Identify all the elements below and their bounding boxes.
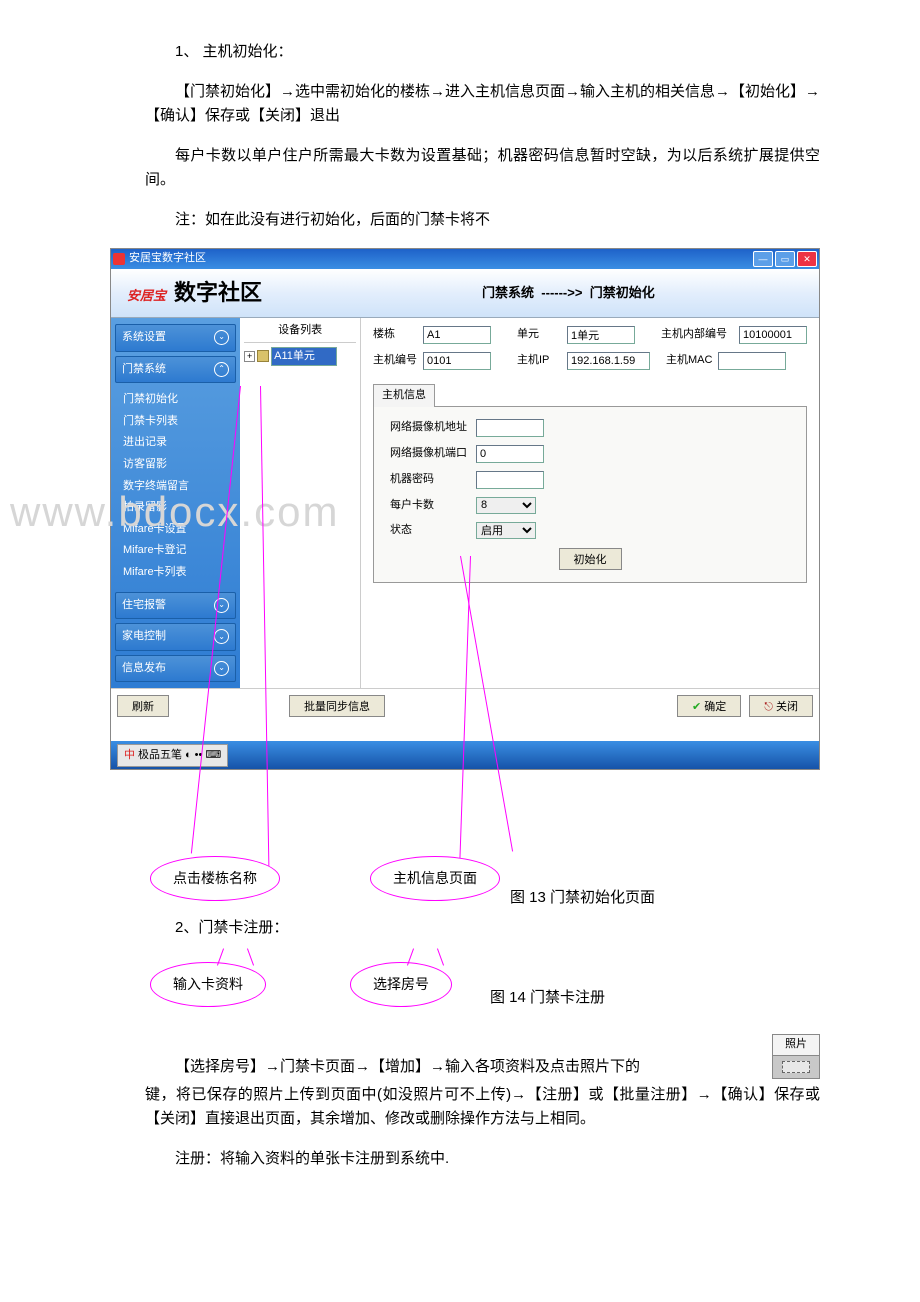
- input-unit[interactable]: [567, 326, 635, 344]
- input-internal[interactable]: [739, 326, 807, 344]
- chevron-down-icon: ⌄: [214, 661, 229, 676]
- callouts-fig14: 输入卡资料 选择房号 图 14 门禁卡注册: [110, 956, 820, 1026]
- close-button[interactable]: ✕: [797, 251, 817, 267]
- logo-text: 数字社区: [174, 280, 262, 305]
- nav-item-inout[interactable]: 进出记录: [123, 432, 236, 454]
- refresh-button[interactable]: 刷新: [117, 695, 169, 717]
- window-title: 安居宝数字社区: [129, 250, 206, 268]
- nav-section-system[interactable]: 系统设置⌄: [115, 324, 236, 352]
- paragraph-6b: 键，将已保存的照片上传到页面中(如没照片可不上传)→【注册】或【批量注册】→【确…: [0, 1083, 920, 1131]
- logo-brand: 安居宝: [127, 288, 166, 303]
- banner: 安居宝数字社区 门禁系统 ------>> 门禁初始化: [111, 269, 819, 318]
- nav-item-terminal[interactable]: 数字终端留言: [123, 476, 236, 498]
- input-building[interactable]: [423, 326, 491, 344]
- callout-building: 点击楼栋名称: [150, 856, 280, 900]
- expand-icon[interactable]: +: [244, 351, 255, 362]
- nav-item-init[interactable]: 门禁初始化: [123, 389, 236, 411]
- taskbar: 中极品五笔◐••⌨: [111, 741, 819, 769]
- select-status[interactable]: 启用: [476, 522, 536, 539]
- nav-item-visitor[interactable]: 访客留影: [123, 454, 236, 476]
- section-1-title: 1、 主机初始化：: [0, 40, 920, 64]
- ok-button[interactable]: ✔ 确定: [677, 695, 741, 717]
- input-ip[interactable]: [567, 352, 650, 370]
- section-2-title: 2、门禁卡注册：: [0, 916, 920, 940]
- label-pwd: 机器密码: [390, 471, 470, 489]
- callout-input-card: 输入卡资料: [150, 962, 266, 1006]
- tree-node-building[interactable]: + A11单元: [244, 347, 356, 366]
- fig13-caption: 图 13 门禁初始化页面: [510, 886, 655, 910]
- tree-panel: 设备列表 + A11单元: [240, 318, 361, 688]
- init-button[interactable]: 初始化: [559, 548, 622, 570]
- input-cam-port[interactable]: [476, 445, 544, 463]
- breadcrumb: 门禁系统 ------>> 门禁初始化: [482, 283, 655, 304]
- chevron-down-icon: ⌄: [214, 330, 229, 345]
- paragraph-2: 【门禁初始化】→选中需初始化的楼栋→进入主机信息页面→输入主机的相关信息→【初始…: [0, 80, 920, 128]
- batch-sync-button[interactable]: 批量同步信息: [289, 695, 385, 717]
- callouts-fig13: 点击楼栋名称 主机信息页面 图 13 门禁初始化页面: [110, 776, 820, 916]
- input-hostno[interactable]: [423, 352, 491, 370]
- label-internal: 主机内部编号: [661, 326, 733, 344]
- nav-item-mifare-reg[interactable]: Mifare卡登记: [123, 540, 236, 562]
- minimize-button[interactable]: —: [753, 251, 773, 267]
- tab-host-info[interactable]: 主机信息: [373, 384, 435, 407]
- input-mac[interactable]: [718, 352, 786, 370]
- label-building: 楼栋: [373, 326, 417, 344]
- nav-item-capture[interactable]: 拍录留影: [123, 497, 236, 519]
- maximize-button[interactable]: ▭: [775, 251, 795, 267]
- label-mac: 主机MAC: [666, 352, 712, 370]
- photo-upload-widget[interactable]: 照片: [772, 1034, 820, 1079]
- folder-icon: [257, 350, 269, 362]
- nav-item-mifare-set[interactable]: Mifare卡设置: [123, 519, 236, 541]
- input-cam-addr[interactable]: [476, 419, 544, 437]
- tree-node-label: A11单元: [271, 347, 337, 366]
- label-hostno: 主机编号: [373, 352, 417, 370]
- nav-section-info[interactable]: 信息发布⌄: [115, 655, 236, 683]
- paragraph-7: 注册：将输入资料的单张卡注册到系统中.: [0, 1147, 920, 1171]
- titlebar: 安居宝数字社区 — ▭ ✕: [111, 249, 819, 269]
- app-icon: [113, 253, 125, 265]
- sidebar: 系统设置⌄ 门禁系统⌃ 门禁初始化 门禁卡列表 进出记录 访客留影 数字终端留言…: [111, 318, 240, 688]
- label-ip: 主机IP: [517, 352, 561, 370]
- photo-slot[interactable]: [773, 1056, 819, 1078]
- callout-select-room: 选择房号: [350, 962, 452, 1006]
- input-pwd[interactable]: [476, 471, 544, 489]
- label-cam-port: 网络摄像机端口: [390, 445, 470, 463]
- nav-item-cardlist[interactable]: 门禁卡列表: [123, 411, 236, 433]
- chevron-up-icon: ⌃: [214, 362, 229, 377]
- nav-section-access[interactable]: 门禁系统⌃: [115, 356, 236, 384]
- photo-label: 照片: [773, 1035, 819, 1056]
- ime-indicator[interactable]: 中极品五笔◐••⌨: [117, 744, 228, 768]
- paragraph-3: 每户卡数以单户住户所需最大卡数为设置基础；机器密码信息暂时空缺，为以后系统扩展提…: [0, 144, 920, 192]
- callout-hostinfo: 主机信息页面: [370, 856, 500, 900]
- logo: 安居宝数字社区: [127, 275, 262, 310]
- chevron-down-icon: ⌄: [214, 629, 229, 644]
- main-panel: 楼栋 单元 主机内部编号 主机编号 主机IP 主机MAC: [361, 318, 819, 688]
- nav-section-appliance[interactable]: 家电控制⌄: [115, 623, 236, 651]
- tree-header: 设备列表: [244, 322, 356, 343]
- label-status: 状态: [390, 522, 470, 540]
- fig14-caption: 图 14 门禁卡注册: [490, 986, 605, 1010]
- label-unit: 单元: [517, 326, 561, 344]
- paragraph-6a: 【选择房号】→门禁卡页面→【增加】→输入各项资料及点击照片下的: [145, 1055, 766, 1079]
- select-cards[interactable]: 8: [476, 497, 536, 514]
- label-cam-addr: 网络摄像机地址: [390, 419, 470, 437]
- paragraph-4: 注：如在此没有进行初始化，后面的门禁卡将不: [0, 208, 920, 232]
- label-cards: 每户卡数: [390, 497, 470, 515]
- cancel-button[interactable]: ⎋ 关闭: [749, 695, 813, 717]
